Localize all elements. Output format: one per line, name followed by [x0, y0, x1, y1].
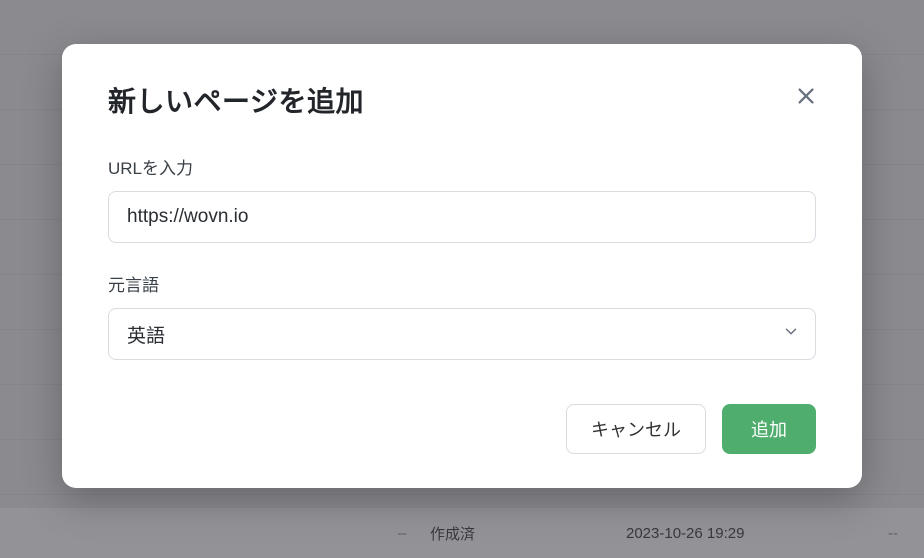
url-input[interactable]	[108, 191, 816, 243]
modal-title: 新しいページを追加	[108, 80, 364, 120]
language-label: 元言語	[108, 271, 816, 296]
add-page-modal: 新しいページを追加 URLを入力 元言語 英語 キャンセル 追加	[62, 44, 862, 488]
url-label: URLを入力	[108, 154, 816, 179]
language-selected-value: 英語	[127, 321, 165, 348]
close-icon	[795, 85, 817, 107]
close-button[interactable]	[792, 82, 820, 110]
language-select-wrapper: 英語	[108, 308, 816, 360]
add-button[interactable]: 追加	[722, 404, 816, 454]
modal-footer: キャンセル 追加	[108, 404, 816, 454]
cancel-button[interactable]: キャンセル	[566, 404, 706, 454]
language-select[interactable]: 英語	[108, 308, 816, 360]
url-form-group: URLを入力	[108, 154, 816, 243]
language-form-group: 元言語 英語	[108, 271, 816, 360]
modal-header: 新しいページを追加	[108, 80, 816, 120]
